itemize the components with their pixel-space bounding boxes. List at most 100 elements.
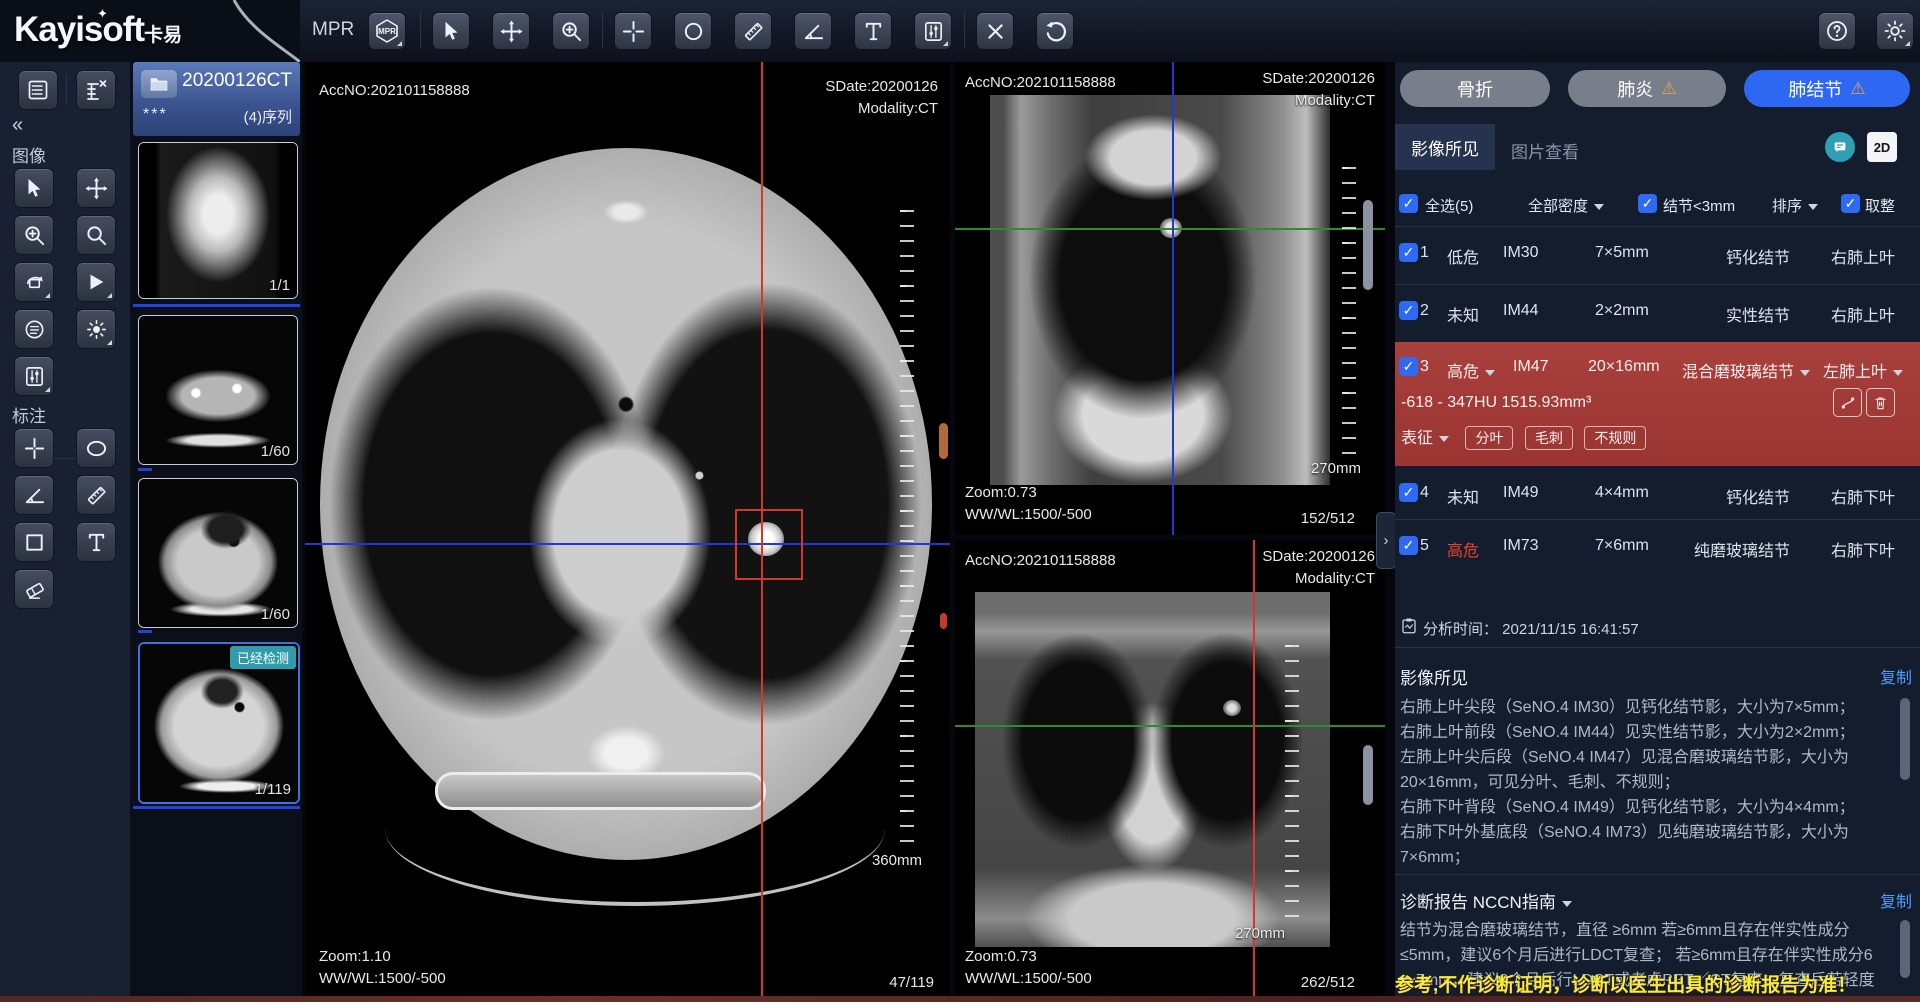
rail-window-level-button[interactable] (14, 356, 54, 396)
rail-magnify-button[interactable] (76, 215, 116, 255)
series-divider-dash (138, 630, 152, 633)
list-divider (1395, 519, 1920, 520)
rail-angle-button[interactable] (14, 475, 54, 515)
rail-text-button[interactable] (76, 522, 116, 562)
rail-ellipse-button[interactable] (76, 428, 116, 468)
module-tab-pneumonia[interactable]: 肺炎 ⚠ (1568, 70, 1726, 107)
ellipse-tool-button[interactable] (674, 12, 712, 50)
select-all-checkbox[interactable] (1399, 194, 1418, 213)
module-tab-lung-nodule[interactable]: 肺结节 ⚠ (1744, 70, 1910, 107)
select-all-label[interactable]: 全选(5) (1425, 195, 1473, 216)
signs-dropdown[interactable]: 表征 (1401, 430, 1449, 447)
pan-tool-button[interactable] (492, 12, 530, 50)
findings-scrollbar[interactable] (1900, 698, 1910, 780)
rail-rect-button[interactable] (14, 522, 54, 562)
help-button[interactable] (1818, 12, 1856, 50)
ct-sagittal-image (990, 95, 1330, 485)
zoom-tool-button[interactable] (552, 12, 590, 50)
track-route-icon (1840, 395, 1856, 411)
nodule-checkbox[interactable] (1399, 357, 1418, 376)
series-thumbnail-4-selected[interactable]: 已经检测 1/119 (138, 642, 300, 804)
axial-viewport[interactable]: AccNO:202101158888 SDate:20200126 Modali… (305, 62, 950, 1002)
rail-zoom-button[interactable] (14, 215, 54, 255)
round-label[interactable]: 取整 (1865, 195, 1895, 216)
logo-block: Kayisoft卡易 ✦ (0, 0, 300, 62)
tab-image-view[interactable]: 图片查看 (1511, 138, 1579, 163)
axial-scrollbar-thumb[interactable] (939, 423, 948, 459)
follow-up-button[interactable] (1833, 388, 1862, 417)
nodule-checkbox[interactable] (1399, 536, 1418, 555)
findings-body[interactable]: 右肺上叶尖段（SeNO.4 IM30）见钙化结节影，大小为7×5mm； 右肺上叶… (1400, 695, 1878, 867)
mpr-button[interactable]: MPR (368, 12, 406, 50)
nodule-roi-box[interactable] (735, 509, 803, 580)
small-nodule-checkbox[interactable] (1638, 194, 1657, 213)
collapse-rail-button[interactable]: « (12, 114, 23, 137)
rail-rotate-button[interactable] (14, 262, 54, 302)
play-icon (85, 271, 107, 293)
module-tab-fracture[interactable]: 骨折 (1400, 70, 1550, 107)
sign-tag[interactable]: 不规则 (1584, 426, 1646, 450)
coronal-viewport[interactable]: AccNO:202101158888 SDate:20200126 Modali… (955, 540, 1385, 998)
nodule-row-1[interactable]: 1 低危 IM30 7×5mm 钙化结节 右肺上叶 (1395, 228, 1920, 280)
series-header[interactable]: 20200126CT *** (4)序列 (133, 62, 300, 136)
thumbnail-image (139, 479, 297, 627)
text-tool-button[interactable] (854, 12, 892, 50)
tab-image-findings[interactable]: 影像所见 (1395, 124, 1495, 170)
folder-button[interactable] (141, 70, 177, 98)
sort-dropdown[interactable]: 排序 (1772, 195, 1818, 216)
rail-select-button[interactable] (14, 168, 54, 208)
nodule-row-3-selected[interactable]: 3 高危 IM47 20×16mm 混合磨玻璃结节 左肺上叶 -618 - 34… (1395, 342, 1920, 466)
nodule-type-dropdown[interactable]: 混合磨玻璃结节 (1682, 358, 1810, 382)
sign-tag[interactable]: 毛刺 (1525, 426, 1573, 450)
series-thumbnail-1[interactable]: 1/1 (138, 142, 298, 299)
angle-tool-button[interactable] (794, 12, 832, 50)
delete-nodule-button[interactable] (1866, 388, 1895, 417)
series-thumbnail-2[interactable]: 1/60 (138, 315, 298, 465)
nodule-checkbox[interactable] (1399, 483, 1418, 502)
small-nodule-label[interactable]: 结节<3mm (1663, 195, 1735, 216)
select-tool-button[interactable] (432, 12, 470, 50)
findings-line: 右肺下叶外基底段（SeNO.4 IM73）见纯磨玻璃结节影，大小为7×6mm； (1400, 820, 1878, 867)
ruler-tool-button[interactable] (734, 12, 772, 50)
round-checkbox[interactable] (1841, 194, 1860, 213)
series-list-button[interactable] (18, 70, 58, 110)
sagittal-scrollbar-thumb[interactable] (1363, 200, 1373, 290)
sagittal-scale-label: 270mm (1311, 460, 1361, 477)
delete-annotation-button[interactable] (976, 12, 1014, 50)
clipboard-icon (1400, 617, 1418, 635)
zoom-in-icon (23, 224, 46, 247)
nodule-lobe-dropdown[interactable]: 左肺上叶 (1823, 358, 1903, 382)
close-layout-button[interactable] (76, 70, 116, 110)
rail-marker-button[interactable] (14, 428, 54, 468)
thumbnail-image (139, 143, 297, 298)
rail-invert-button[interactable] (14, 309, 54, 349)
sagittal-viewport[interactable]: AccNO:202101158888 SDate:20200126 Modali… (955, 62, 1385, 535)
nodule-row-5[interactable]: 5 高危 IM73 7×6mm 纯磨玻璃结节 右肺下叶 (1395, 521, 1920, 573)
rail-pan-button[interactable] (76, 168, 116, 208)
report-copy-button[interactable]: 复制 (1880, 888, 1912, 912)
series-panel: 20200126CT *** (4)序列 1/1 1/60 1/60 已经检测 … (130, 62, 302, 1002)
reset-rotate-button[interactable] (1036, 12, 1074, 50)
settings-button[interactable] (1876, 12, 1914, 50)
coronal-scrollbar-thumb[interactable] (1363, 745, 1373, 805)
sign-tag[interactable]: 分叶 (1465, 426, 1513, 450)
series-thumbnail-3[interactable]: 1/60 (138, 478, 298, 628)
nodule-row-2[interactable]: 2 未知 IM44 2×2mm 实性结节 右肺上叶 (1395, 286, 1920, 338)
window-level-button[interactable] (914, 12, 952, 50)
crosshair-tool-button[interactable] (614, 12, 652, 50)
rail-eraser-button[interactable] (14, 569, 54, 609)
nodule-checkbox[interactable] (1399, 301, 1418, 320)
view-2d-button[interactable]: 2D (1867, 132, 1897, 162)
rail-ruler-button[interactable] (76, 475, 116, 515)
panel-expand-handle[interactable]: › (1376, 512, 1396, 569)
nodule-risk-dropdown[interactable]: 高危 (1447, 358, 1495, 382)
nodule-row-4[interactable]: 4 未知 IM49 4×4mm 钙化结节 右肺下叶 (1395, 468, 1920, 520)
rail-cine-button[interactable] (76, 262, 116, 302)
report-feedback-button[interactable] (1825, 132, 1855, 162)
findings-copy-button[interactable]: 复制 (1880, 664, 1912, 688)
sagittal-modality: Modality:CT (1295, 92, 1375, 109)
rail-brightness-button[interactable] (76, 309, 116, 349)
nodule-type: 实性结节 (1645, 302, 1790, 326)
density-filter-dropdown[interactable]: 全部密度 (1528, 195, 1604, 216)
nodule-checkbox[interactable] (1399, 243, 1418, 262)
